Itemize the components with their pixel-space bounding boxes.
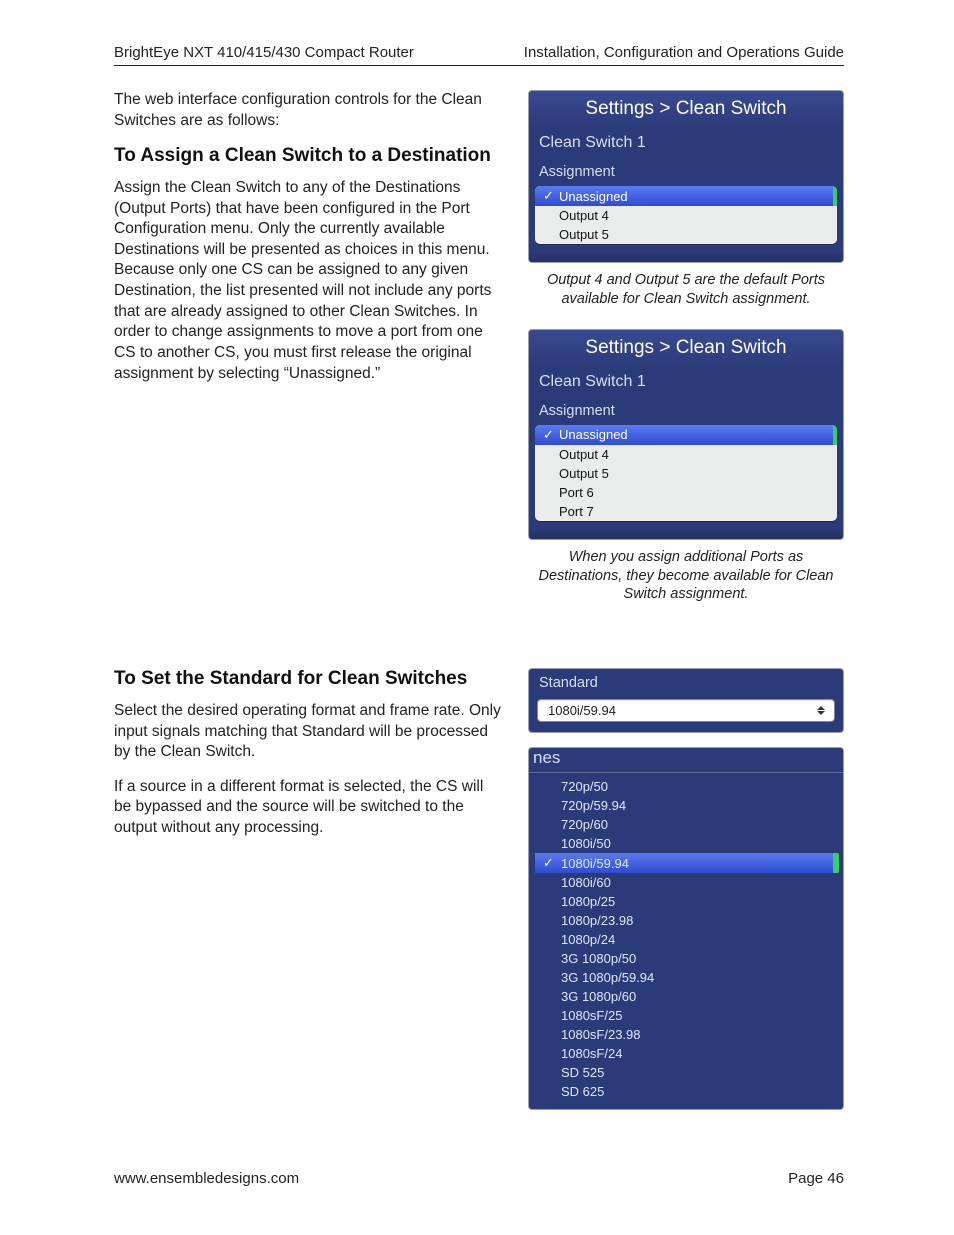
- option-label: Port 6: [559, 485, 594, 500]
- panel-a-caption: Output 4 and Output 5 are the default Po…: [532, 271, 840, 309]
- standard-value: 1080i/59.94: [548, 703, 616, 718]
- dropdown-option[interactable]: Output 5: [535, 225, 837, 244]
- standard-option[interactable]: ✓1080i/59.94: [535, 853, 837, 873]
- dropdown-option[interactable]: ✓ Unassigned: [535, 425, 837, 445]
- option-label: 1080i/59.94: [561, 856, 629, 871]
- option-label: 3G 1080p/59.94: [561, 970, 654, 985]
- option-label: Output 4: [559, 208, 609, 223]
- standard-select-panel: Standard 1080i/59.94: [528, 668, 844, 733]
- standard-list-head: nes: [529, 748, 843, 773]
- option-label: 1080sF/23.98: [561, 1027, 641, 1042]
- standard-select[interactable]: 1080i/59.94: [537, 699, 835, 722]
- standard-option[interactable]: 720p/50: [535, 777, 837, 796]
- standard-option[interactable]: SD 525: [535, 1063, 837, 1082]
- option-label: 1080p/24: [561, 932, 615, 947]
- standard-option[interactable]: 1080sF/23.98: [535, 1025, 837, 1044]
- standard-option[interactable]: 720p/60: [535, 815, 837, 834]
- heading-standard: To Set the Standard for Clean Switches: [114, 668, 502, 691]
- panel-a-dropdown[interactable]: ✓ Unassigned Output 4 Output 5: [535, 186, 837, 244]
- panel-b-dropdown[interactable]: ✓ Unassigned Output 4 Output 5 Port 6: [535, 425, 837, 521]
- option-label: 3G 1080p/50: [561, 951, 636, 966]
- option-label: Output 4: [559, 447, 609, 462]
- dropdown-option[interactable]: Port 6: [535, 483, 837, 502]
- option-label: 720p/60: [561, 817, 608, 832]
- option-label: Output 5: [559, 227, 609, 242]
- intro-paragraph: The web interface configuration controls…: [114, 90, 502, 131]
- check-icon: ✓: [543, 188, 559, 204]
- standard-option[interactable]: 1080i/50: [535, 834, 837, 853]
- clean-switch-panel-b: Settings > Clean Switch Clean Switch 1 A…: [528, 329, 844, 540]
- standard-label: Standard: [529, 669, 843, 699]
- page-footer: www.ensembledesigns.com Page 46: [114, 1170, 844, 1187]
- check-icon: ✓: [543, 855, 561, 871]
- standard-option[interactable]: 1080p/24: [535, 930, 837, 949]
- option-label: 1080sF/25: [561, 1008, 622, 1023]
- dropdown-option[interactable]: Output 4: [535, 445, 837, 464]
- standard-option[interactable]: SD 625: [535, 1082, 837, 1101]
- panel-b-caption: When you assign additional Ports as Dest…: [532, 548, 840, 605]
- option-label: 720p/59.94: [561, 798, 626, 813]
- standard-option[interactable]: 1080p/25: [535, 892, 837, 911]
- option-label: 720p/50: [561, 779, 608, 794]
- standard-list[interactable]: 720p/50720p/59.94720p/601080i/50✓1080i/5…: [529, 773, 843, 1109]
- panel-b-subtitle: Clean Switch 1: [529, 369, 843, 399]
- assign-body: Assign the Clean Switch to any of the De…: [114, 178, 502, 384]
- standard-option[interactable]: 3G 1080p/59.94: [535, 968, 837, 987]
- standard-option[interactable]: 3G 1080p/60: [535, 987, 837, 1006]
- heading-assign: To Assign a Clean Switch to a Destinatio…: [114, 145, 502, 168]
- dropdown-option[interactable]: Port 7: [535, 502, 837, 521]
- option-label: 1080p/25: [561, 894, 615, 909]
- panel-a-group: Assignment: [529, 160, 843, 186]
- standard-option[interactable]: 1080i/60: [535, 873, 837, 892]
- footer-page: Page 46: [788, 1170, 844, 1187]
- option-label: Unassigned: [559, 189, 628, 204]
- panel-a-title: Settings > Clean Switch: [529, 91, 843, 130]
- running-header: BrightEye NXT 410/415/430 Compact Router…: [114, 44, 844, 66]
- standard-body-2: If a source in a different format is sel…: [114, 777, 502, 839]
- panel-b-group: Assignment: [529, 399, 843, 425]
- standard-body-1: Select the desired operating format and …: [114, 701, 502, 763]
- option-label: 1080p/23.98: [561, 913, 633, 928]
- select-stepper-icon: [814, 704, 828, 718]
- option-label: 1080i/50: [561, 836, 611, 851]
- header-left: BrightEye NXT 410/415/430 Compact Router: [114, 44, 414, 61]
- dropdown-option[interactable]: Output 4: [535, 206, 837, 225]
- standard-option[interactable]: 1080sF/25: [535, 1006, 837, 1025]
- option-label: SD 525: [561, 1065, 604, 1080]
- panel-b-title: Settings > Clean Switch: [529, 330, 843, 369]
- header-right: Installation, Configuration and Operatio…: [524, 44, 844, 61]
- option-label: Output 5: [559, 466, 609, 481]
- option-label: 3G 1080p/60: [561, 989, 636, 1004]
- standard-option[interactable]: 1080sF/24: [535, 1044, 837, 1063]
- option-label: Unassigned: [559, 427, 628, 442]
- dropdown-option[interactable]: ✓ Unassigned: [535, 186, 837, 206]
- option-label: Port 7: [559, 504, 594, 519]
- standard-option[interactable]: 3G 1080p/50: [535, 949, 837, 968]
- standard-option[interactable]: 720p/59.94: [535, 796, 837, 815]
- option-label: 1080i/60: [561, 875, 611, 890]
- footer-url: www.ensembledesigns.com: [114, 1170, 299, 1187]
- option-label: 1080sF/24: [561, 1046, 622, 1061]
- standard-list-panel: nes 720p/50720p/59.94720p/601080i/50✓108…: [528, 747, 844, 1110]
- option-label: SD 625: [561, 1084, 604, 1099]
- standard-option[interactable]: 1080p/23.98: [535, 911, 837, 930]
- clean-switch-panel-a: Settings > Clean Switch Clean Switch 1 A…: [528, 90, 844, 263]
- dropdown-option[interactable]: Output 5: [535, 464, 837, 483]
- panel-a-subtitle: Clean Switch 1: [529, 130, 843, 160]
- check-icon: ✓: [543, 427, 559, 443]
